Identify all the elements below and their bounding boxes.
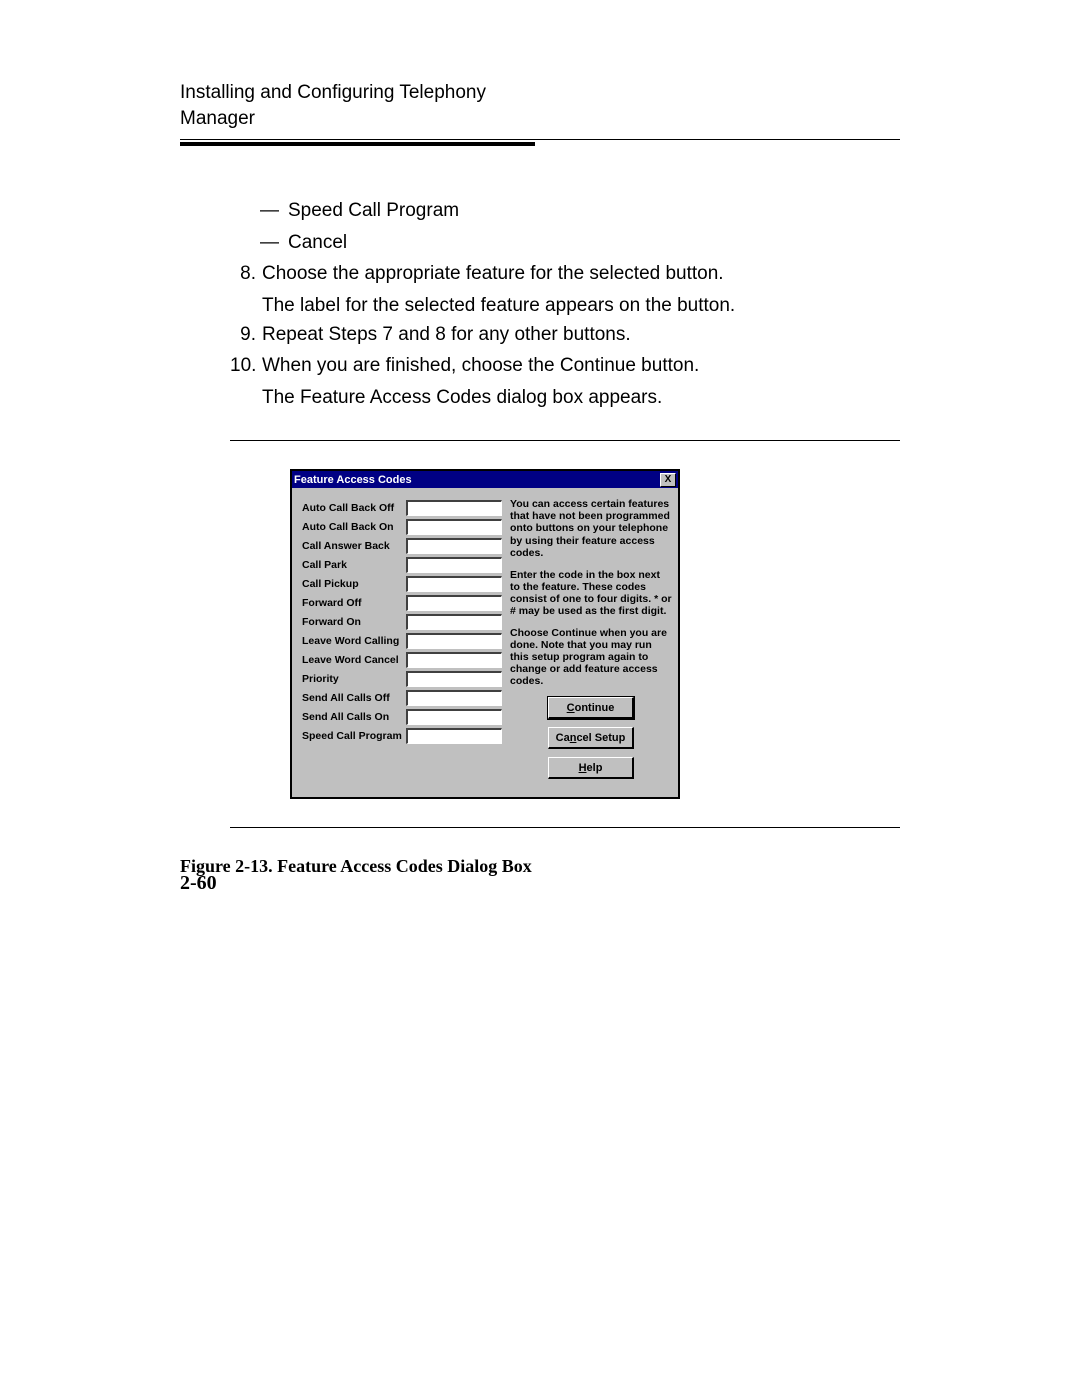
em-dash-icon: — <box>260 228 288 257</box>
figure-caption: Figure 2-13. Feature Access Codes Dialog… <box>180 856 900 877</box>
feature-code-input[interactable] <box>406 652 502 668</box>
feature-code-input[interactable] <box>406 614 502 630</box>
cancel-setup-button[interactable]: Cancel Setup <box>548 727 634 749</box>
step-8: 8.Choose the appropriate feature for the… <box>230 259 900 288</box>
feature-row: Send All Calls On <box>302 707 502 726</box>
header-thin-rule <box>180 139 900 140</box>
feature-code-input[interactable] <box>406 709 502 725</box>
feature-code-input[interactable] <box>406 595 502 611</box>
feature-label: Call Park <box>302 559 406 571</box>
figure-top-rule <box>230 440 900 441</box>
feature-row: Auto Call Back Off <box>302 498 502 517</box>
feature-code-input[interactable] <box>406 576 502 592</box>
feature-label: Priority <box>302 673 406 685</box>
list-item: —Cancel <box>260 228 900 257</box>
dialog-help-text: You can access certain features that hav… <box>502 498 672 787</box>
feature-label: Call Pickup <box>302 578 406 590</box>
feature-code-input[interactable] <box>406 728 502 744</box>
header-thick-rule <box>180 142 535 146</box>
feature-code-input[interactable] <box>406 557 502 573</box>
feature-label: Send All Calls Off <box>302 692 406 704</box>
feature-row: Auto Call Back On <box>302 517 502 536</box>
feature-row: Leave Word Calling <box>302 631 502 650</box>
feature-row: Forward On <box>302 612 502 631</box>
feature-label: Leave Word Calling <box>302 635 406 647</box>
feature-row: Leave Word Cancel <box>302 650 502 669</box>
feature-row: Send All Calls Off <box>302 688 502 707</box>
section-header: Installing and Configuring Telephony Man… <box>180 80 535 139</box>
feature-code-input[interactable] <box>406 538 502 554</box>
feature-label: Leave Word Cancel <box>302 654 406 666</box>
step-9: 9.Repeat Steps 7 and 8 for any other but… <box>230 320 900 349</box>
section-header-line1: Installing and Configuring Telephony <box>180 82 486 103</box>
feature-row: Call Answer Back <box>302 536 502 555</box>
dialog-titlebar: Feature Access Codes X <box>292 471 678 488</box>
close-button[interactable]: X <box>660 473 676 487</box>
feature-label: Speed Call Program <box>302 730 406 742</box>
feature-row: Call Pickup <box>302 574 502 593</box>
feature-code-input[interactable] <box>406 633 502 649</box>
feature-label: Call Answer Back <box>302 540 406 552</box>
page-number: 2-60 <box>180 872 217 895</box>
step-8-sub: The label for the selected feature appea… <box>262 291 900 320</box>
continue-button[interactable]: Continue <box>548 697 634 719</box>
help-button[interactable]: Help <box>548 757 634 779</box>
dialog-title: Feature Access Codes <box>294 474 660 486</box>
feature-label: Auto Call Back On <box>302 521 406 533</box>
feature-access-codes-dialog: Feature Access Codes X Auto Call Back Of… <box>290 469 680 799</box>
list-item: —Speed Call Program <box>260 196 900 225</box>
feature-row: Priority <box>302 669 502 688</box>
help-paragraph: You can access certain features that hav… <box>510 498 672 558</box>
section-header-line2: Manager <box>180 108 255 129</box>
feature-code-input[interactable] <box>406 519 502 535</box>
step-10-sub: The Feature Access Codes dialog box appe… <box>262 383 900 412</box>
step-10: 10.When you are finished, choose the Con… <box>230 351 900 380</box>
feature-code-input[interactable] <box>406 690 502 706</box>
feature-row: Speed Call Program <box>302 726 502 745</box>
feature-label: Forward Off <box>302 597 406 609</box>
feature-row: Call Park <box>302 555 502 574</box>
close-icon: X <box>665 474 672 485</box>
figure-bottom-rule <box>230 827 900 828</box>
feature-code-input[interactable] <box>406 671 502 687</box>
feature-label: Auto Call Back Off <box>302 502 406 514</box>
em-dash-icon: — <box>260 196 288 225</box>
feature-label: Forward On <box>302 616 406 628</box>
feature-code-list: Auto Call Back Off Auto Call Back On Cal… <box>302 498 502 787</box>
feature-label: Send All Calls On <box>302 711 406 723</box>
help-paragraph: Enter the code in the box next to the fe… <box>510 569 672 617</box>
feature-code-input[interactable] <box>406 500 502 516</box>
help-paragraph: Choose Continue when you are done. Note … <box>510 627 672 687</box>
feature-row: Forward Off <box>302 593 502 612</box>
